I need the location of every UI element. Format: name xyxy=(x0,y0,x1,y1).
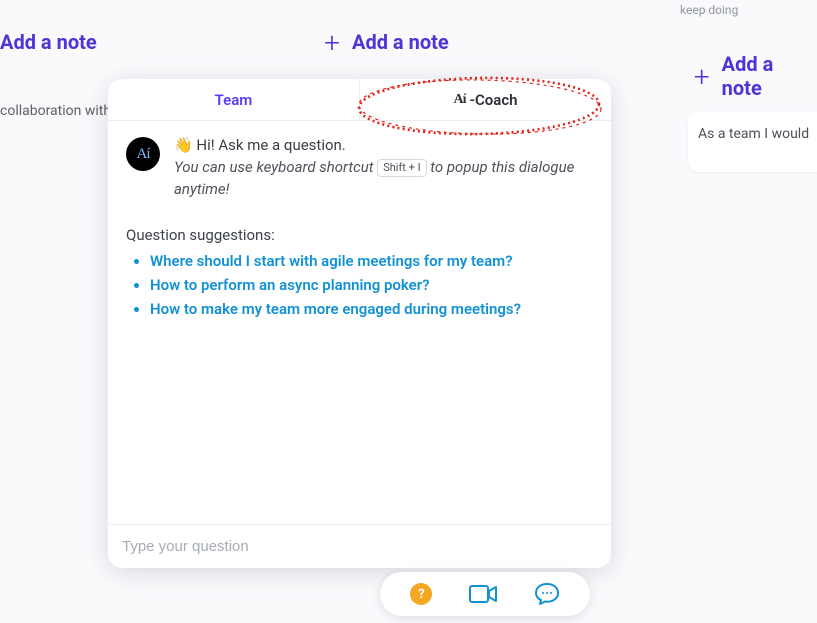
suggestions-label: Question suggestions: xyxy=(126,226,593,244)
add-note-left-label: Add a note xyxy=(0,30,97,54)
suggestion-link[interactable]: How to perform an async planning poker? xyxy=(150,276,430,294)
add-note-right[interactable]: + Add a note xyxy=(690,52,817,100)
tab-ai-coach[interactable]: Aí-Coach xyxy=(359,79,611,120)
ai-avatar-label: Aí xyxy=(137,146,150,163)
ai-coach-suffix: -Coach xyxy=(469,91,517,109)
bottom-dock: ? xyxy=(380,572,590,616)
suggestion-link[interactable]: How to make my team more engaged during … xyxy=(150,300,521,318)
video-button[interactable] xyxy=(469,584,497,604)
tab-team-label: Team xyxy=(215,91,253,109)
tab-team[interactable]: Team xyxy=(108,79,359,120)
help-icon: ? xyxy=(418,587,424,602)
plus-icon: + xyxy=(690,64,714,88)
hint-before: You can use keyboard shortcut xyxy=(174,158,374,176)
keyboard-shortcut: Shift + I xyxy=(377,159,426,177)
suggestions-list: Where should I start with agile meetings… xyxy=(136,252,593,318)
greeting-text: Hi! Ask me a question. xyxy=(196,136,345,154)
chat-button[interactable] xyxy=(534,582,560,606)
suggestion-item: Where should I start with agile meetings… xyxy=(150,252,593,270)
ai-avatar: Aí xyxy=(126,137,160,171)
keep-doing-label: keep doing xyxy=(680,3,738,17)
question-input-bar xyxy=(108,524,611,568)
chat-panel: Team Aí-Coach Aí 👋 Hi! Ask me a question… xyxy=(108,79,611,568)
wave-emoji: 👋 xyxy=(174,136,193,154)
add-note-center-label: Add a note xyxy=(352,30,449,54)
ai-message-text: 👋 Hi! Ask me a question. You can use key… xyxy=(174,135,593,200)
team-card[interactable]: As a team I would xyxy=(688,112,817,172)
panel-tabs: Team Aí-Coach xyxy=(108,79,611,121)
panel-body: Aí 👋 Hi! Ask me a question. You can use … xyxy=(108,121,611,524)
collaboration-snippet: collaboration with xyxy=(0,103,111,119)
ai-coach-prefix: Aí xyxy=(453,92,465,108)
add-note-right-label: Add a note xyxy=(722,52,817,100)
add-note-left[interactable]: Add a note xyxy=(0,30,97,54)
plus-icon: + xyxy=(320,30,344,54)
add-note-center[interactable]: + Add a note xyxy=(320,30,449,54)
suggestion-item: How to perform an async planning poker? xyxy=(150,276,593,294)
ai-message: Aí 👋 Hi! Ask me a question. You can use … xyxy=(126,135,593,200)
help-button[interactable]: ? xyxy=(410,583,432,605)
chat-icon xyxy=(534,582,560,606)
question-input[interactable] xyxy=(120,537,599,556)
suggestion-item: How to make my team more engaged during … xyxy=(150,300,593,318)
team-card-text: As a team I would xyxy=(698,126,809,142)
video-icon xyxy=(469,584,497,604)
suggestion-link[interactable]: Where should I start with agile meetings… xyxy=(150,252,513,270)
